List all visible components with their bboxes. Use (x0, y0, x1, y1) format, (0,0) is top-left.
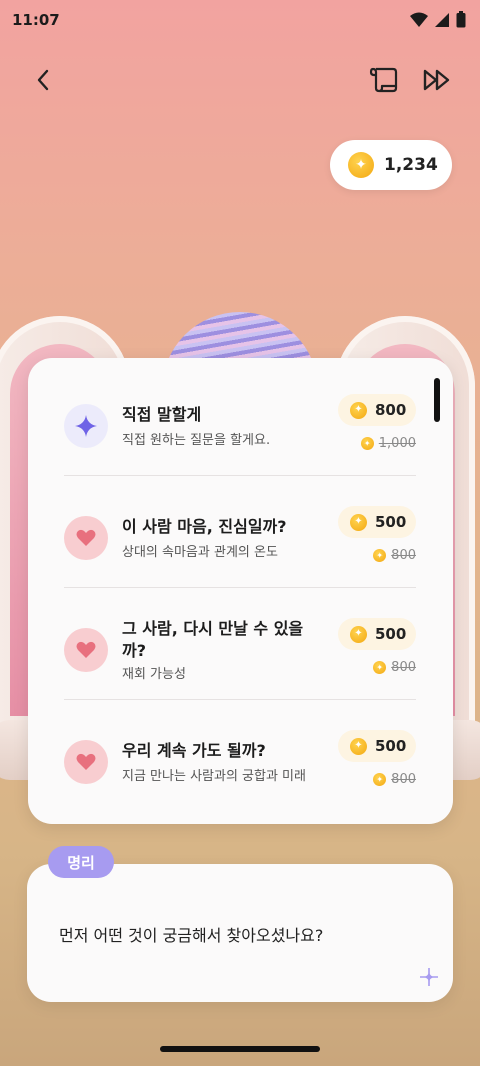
price-badge: ✦ 500 (338, 730, 416, 762)
chevron-left-icon (37, 69, 49, 91)
scroll-icon (369, 67, 398, 93)
coin-icon: ✦ (350, 737, 367, 755)
coin-icon: ✦ (350, 401, 367, 419)
signal-icon (435, 12, 449, 27)
dialog-message: 먼저 어떤 것이 궁금해서 찾아오셨나요? (59, 926, 324, 945)
coin-icon: ✦ (350, 513, 367, 531)
option-subtitle: 상대의 속마음과 관계의 온도 (122, 545, 278, 560)
original-price-value: 800 (391, 548, 416, 563)
price-badge: ✦ 500 (338, 618, 416, 650)
script-button[interactable] (360, 56, 408, 104)
price-badge: ✦ 800 (338, 394, 416, 426)
price-value: 500 (375, 625, 407, 643)
home-indicator[interactable] (160, 1046, 320, 1052)
option-title: 이 사람 마음, 진심일까? (122, 517, 287, 536)
original-price: ✦ 800 (373, 660, 416, 675)
question-options-panel: 직접 말할게 직접 원하는 질문을 할게요. ✦ 800 ✦ 1,000 이 사… (28, 358, 453, 824)
price-value: 500 (375, 513, 407, 531)
option-item-compatibility[interactable]: 우리 계속 가도 될까? 지금 만나는 사람과의 궁합과 미래 ✦ 500 ✦ … (64, 694, 416, 806)
price-badge: ✦ 500 (338, 506, 416, 538)
original-price-value: 800 (391, 772, 416, 787)
status-bar: 11:07 (0, 0, 480, 40)
option-subtitle: 지금 만나는 사람과의 궁합과 미래 (122, 769, 306, 784)
option-title: 그 사람, 다시 만날 수 있을까? (122, 619, 304, 660)
coin-balance[interactable]: ✦ 1,234 (330, 140, 452, 190)
back-button[interactable] (19, 56, 67, 104)
coin-icon: ✦ (373, 661, 387, 674)
sparkle-icon (64, 404, 108, 448)
top-nav (0, 56, 480, 104)
coin-icon: ✦ (373, 549, 387, 562)
coin-icon: ✦ (350, 625, 367, 643)
original-price: ✦ 1,000 (360, 436, 416, 451)
status-time: 11:07 (12, 11, 60, 29)
original-price-value: 800 (391, 660, 416, 675)
battery-icon (456, 11, 466, 28)
original-price-value: 1,000 (378, 436, 416, 451)
option-title: 직접 말할게 (122, 405, 202, 424)
coin-icon: ✦ (373, 773, 387, 786)
dialog-box[interactable]: 먼저 어떤 것이 궁금해서 찾아오셨나요? (27, 864, 453, 1002)
coin-icon: ✦ (360, 437, 374, 450)
coin-balance-value: 1,234 (384, 155, 438, 175)
sparkle-icon (420, 968, 438, 986)
original-price: ✦ 800 (373, 772, 416, 787)
coin-icon: ✦ (348, 152, 374, 178)
heart-icon (64, 628, 108, 672)
option-item-direct[interactable]: 직접 말할게 직접 원하는 질문을 할게요. ✦ 800 ✦ 1,000 (64, 358, 416, 470)
skip-button[interactable] (413, 56, 461, 104)
status-icons (410, 11, 466, 28)
option-title: 우리 계속 가도 될까? (122, 741, 266, 760)
option-subtitle: 직접 원하는 질문을 할게요. (122, 433, 271, 448)
original-price: ✦ 800 (373, 548, 416, 563)
scrollbar[interactable] (434, 378, 440, 422)
price-value: 800 (375, 401, 407, 419)
option-item-sincerity[interactable]: 이 사람 마음, 진심일까? 상대의 속마음과 관계의 온도 ✦ 500 ✦ 8… (64, 470, 416, 582)
option-subtitle: 재회 가능성 (122, 667, 186, 682)
option-item-reunion[interactable]: 그 사람, 다시 만날 수 있을까? 재회 가능성 ✦ 500 ✦ 800 (64, 582, 416, 694)
price-value: 500 (375, 737, 407, 755)
speaker-name-tag: 명리 (48, 846, 114, 878)
fast-forward-icon (423, 69, 450, 91)
heart-icon (64, 516, 108, 560)
wifi-icon (410, 12, 428, 27)
heart-icon (64, 740, 108, 784)
